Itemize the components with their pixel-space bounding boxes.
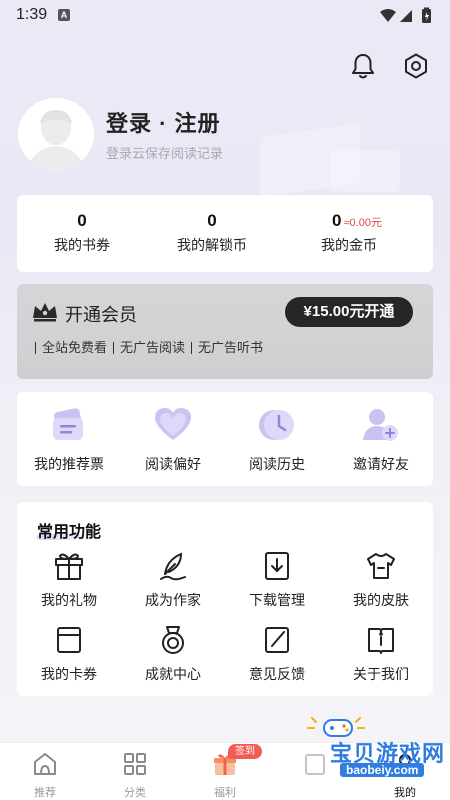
nav-tab-category[interactable]: 分类: [90, 751, 180, 800]
nav-label: 福利: [214, 787, 236, 799]
nav-label: 推荐: [34, 787, 56, 799]
watermark-url: baobeiy.com: [340, 763, 425, 777]
about-us-button[interactable]: 关于我们: [329, 624, 433, 684]
func-label: 下载管理: [249, 592, 305, 608]
quick-actions: 我的推荐票 阅读偏好 阅读历史 邀请好友: [17, 392, 433, 486]
reading-history-button[interactable]: 阅读历史: [225, 406, 329, 474]
vip-feature: 全站免费看: [35, 341, 113, 354]
bell-icon: [352, 54, 374, 79]
func-label: 我的皮肤: [353, 592, 409, 608]
my-cards-button[interactable]: 我的卡券: [17, 624, 121, 684]
book-coupon-stat[interactable]: 0 我的书券: [17, 211, 147, 255]
gold-coin-value-row: 0 ≈0.00元: [292, 211, 422, 231]
status-indicators: [378, 6, 438, 26]
home-icon: [34, 753, 56, 775]
gift-icon: [53, 550, 85, 582]
quick-label: 邀请好友: [353, 456, 409, 472]
avatar[interactable]: [18, 98, 94, 170]
edit-icon: [261, 624, 293, 656]
clock-icon: [257, 406, 297, 444]
status-time: 1:39: [16, 6, 48, 23]
func-label: 成就中心: [145, 666, 201, 682]
invite-user-icon: [361, 406, 401, 444]
my-gifts-button[interactable]: 我的礼物: [17, 550, 121, 610]
quick-label: 我的推荐票: [34, 456, 104, 472]
gear-icon: [405, 53, 427, 79]
func-label: 我的卡券: [41, 666, 97, 682]
card-icon: [53, 624, 85, 656]
recommend-ticket-button[interactable]: 我的推荐票: [17, 406, 121, 474]
vip-title: 开通会员: [65, 305, 137, 325]
func-label: 我的礼物: [41, 592, 97, 608]
gold-coin-stat[interactable]: 0 ≈0.00元 我的金币: [292, 211, 422, 255]
section-title: 常用功能: [37, 524, 102, 541]
gamepad-icon: [307, 717, 365, 737]
medal-icon: [157, 624, 189, 656]
gold-coin-rmb: ≈0.00元: [343, 217, 382, 229]
signal-icon: [400, 10, 412, 22]
ticket-icon: [49, 406, 89, 444]
nav-label: 我的: [394, 787, 416, 799]
nav-tab-recommend[interactable]: 推荐: [0, 751, 90, 800]
checkin-badge: 签到: [228, 744, 262, 759]
unlock-coin-stat[interactable]: 0 我的解锁币: [147, 211, 277, 255]
info-icon: [365, 624, 397, 656]
become-author-button[interactable]: 成为作家: [121, 550, 225, 610]
unlock-coin-label: 我的解锁币: [177, 237, 247, 253]
my-skins-button[interactable]: 我的皮肤: [329, 550, 433, 610]
unlock-coin-value: 0: [207, 211, 217, 230]
quick-label: 阅读偏好: [145, 456, 201, 472]
achievements-button[interactable]: 成就中心: [121, 624, 225, 684]
settings-button[interactable]: [402, 52, 430, 85]
func-label: 关于我们: [353, 666, 409, 682]
tshirt-icon: [365, 550, 397, 582]
crown-icon: [31, 300, 59, 327]
feedback-button[interactable]: 意见反馈: [225, 624, 329, 684]
vip-open-button[interactable]: ¥15.00元开通: [285, 297, 413, 327]
download-manager-button[interactable]: 下载管理: [225, 550, 329, 610]
nav-label: 分类: [124, 787, 146, 799]
login-subtitle: 登录云保存阅读记录: [106, 146, 224, 161]
gold-coin-value: 0: [332, 211, 342, 230]
quick-label: 阅读历史: [249, 456, 305, 472]
func-label: 意见反馈: [249, 666, 305, 682]
vip-features: 全站免费看 无广告阅读 无广告听书: [35, 341, 269, 354]
header-decoration: [330, 150, 400, 192]
book-coupon-label: 我的书券: [54, 237, 110, 253]
wifi-icon: [380, 9, 396, 22]
grid-icon: [124, 753, 146, 775]
heart-icon: [153, 406, 193, 444]
func-label: 成为作家: [145, 592, 201, 608]
gold-coin-label: 我的金币: [321, 237, 377, 253]
wallet-card: 0 我的书券 0 我的解锁币 0 ≈0.00元 我的金币: [17, 195, 433, 272]
vip-card[interactable]: 开通会员 ¥15.00元开通 全站免费看 无广告阅读 无广告听书: [17, 284, 433, 379]
login-register-link[interactable]: 登录 · 注册: [106, 106, 221, 138]
status-bar: 1:39 A: [0, 0, 450, 32]
invite-friends-button[interactable]: 邀请好友: [329, 406, 433, 474]
notification-app-icon: A: [58, 9, 70, 21]
vip-feature: 无广告阅读: [113, 341, 191, 354]
default-avatar-icon: [18, 98, 94, 170]
download-icon: [261, 550, 293, 582]
common-functions: 常用功能 我的礼物 成为作家 下载管理 我的皮肤 我的卡券 成就中心 意见反馈 …: [17, 502, 433, 696]
vip-feature: 无广告听书: [191, 341, 269, 354]
notifications-button[interactable]: [350, 52, 376, 85]
reading-preference-button[interactable]: 阅读偏好: [121, 406, 225, 474]
quill-icon: [157, 550, 189, 582]
book-coupon-value: 0: [77, 211, 87, 230]
battery-icon: [422, 7, 431, 23]
